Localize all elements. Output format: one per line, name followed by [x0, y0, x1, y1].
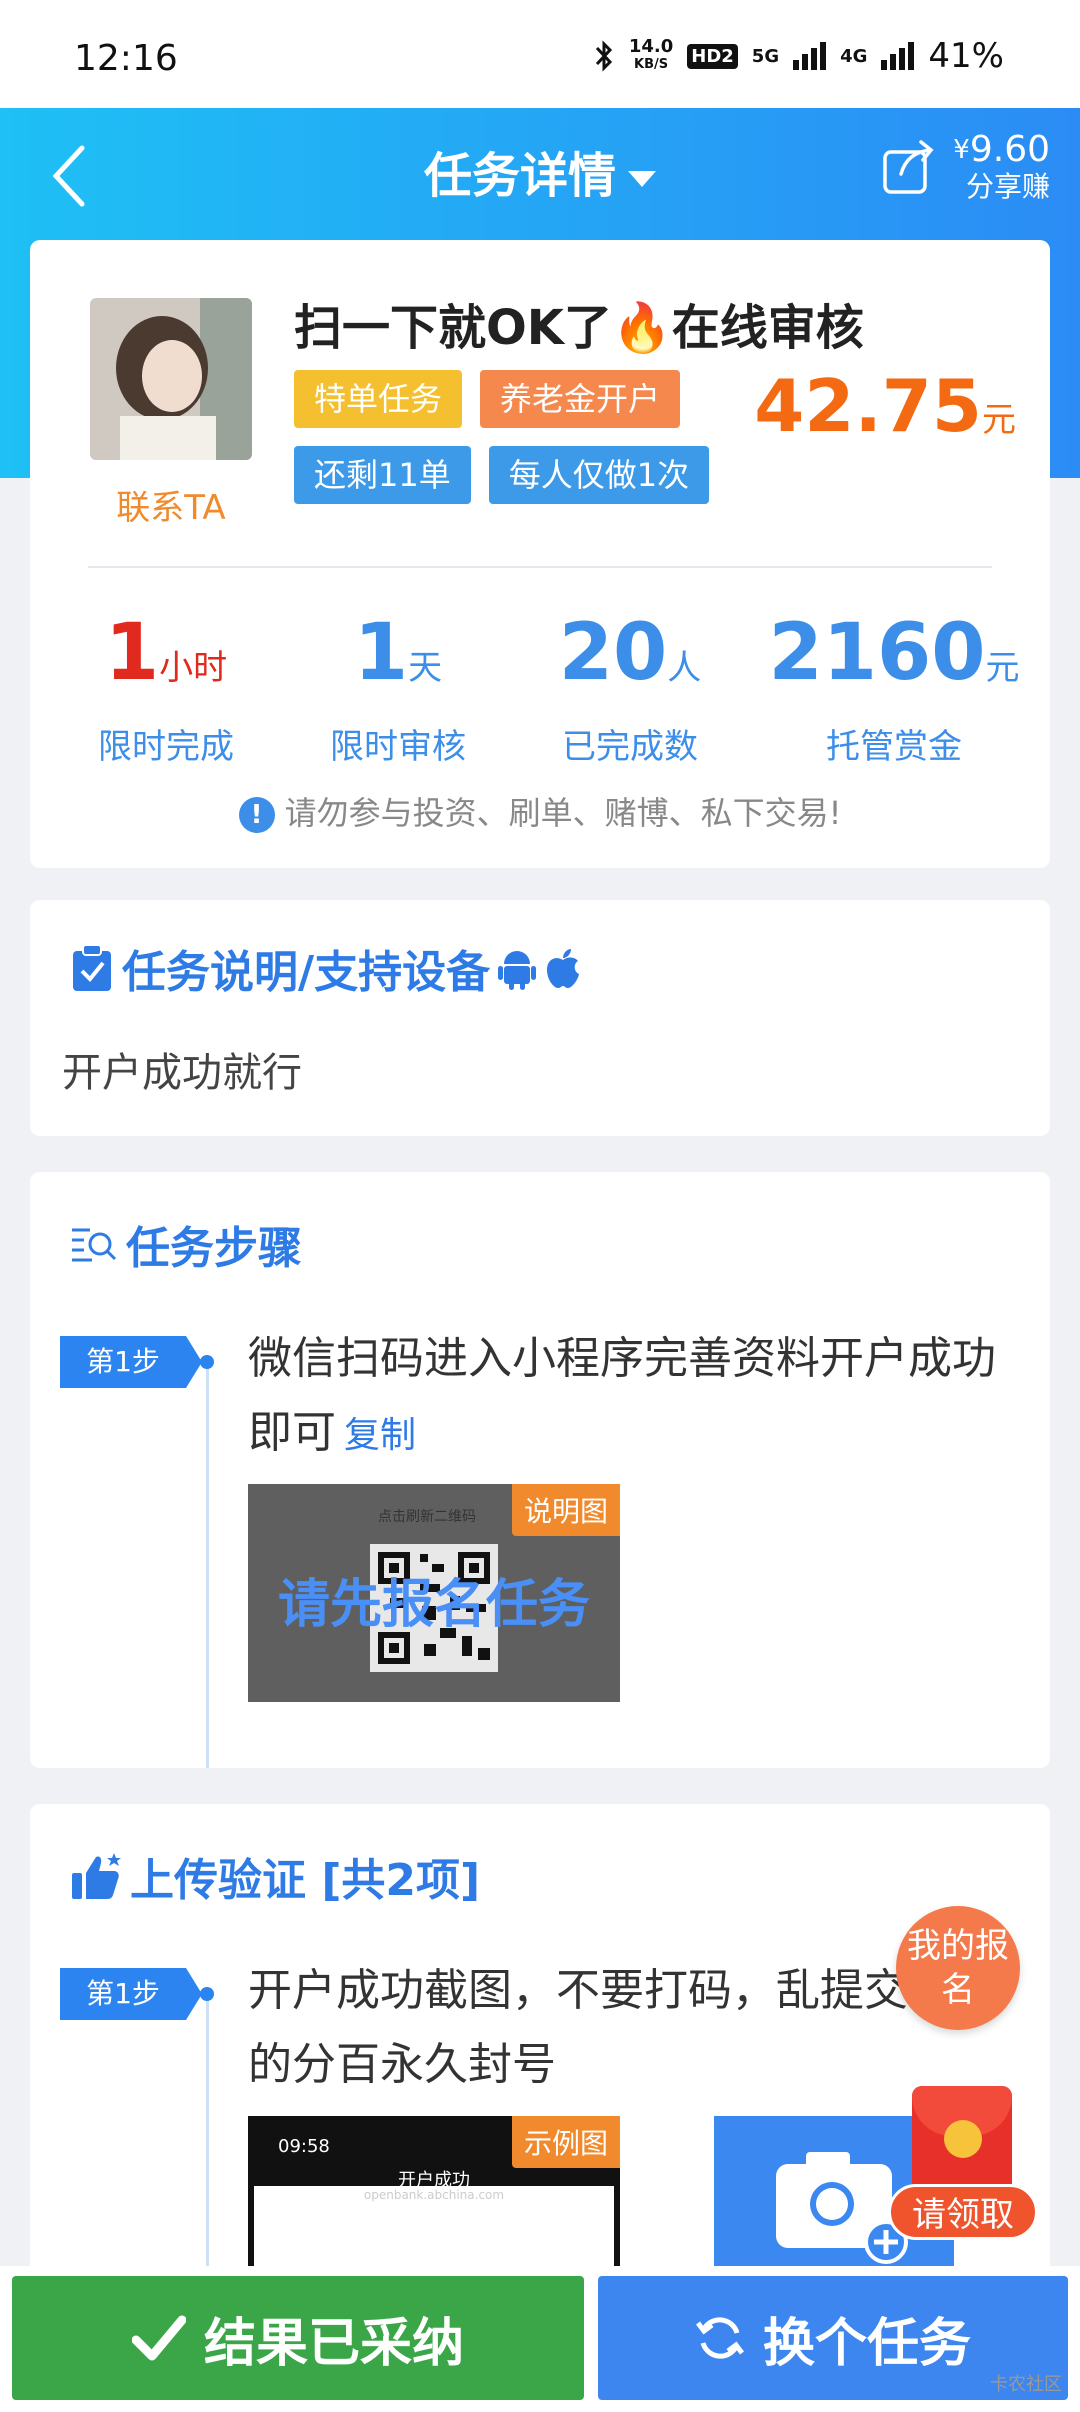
avatar[interactable]	[90, 298, 252, 460]
status-bar: 12:16 14.0 KB/S HD2 5G 4G 41%	[0, 0, 1080, 108]
tag-remaining: 还剩11单	[294, 446, 471, 504]
status-time: 12:16	[74, 38, 178, 79]
refresh-icon	[695, 2317, 744, 2359]
task-stats: 1小时 限时完成 1天 限时审核 20人 已完成数 2160元 托管赏金	[30, 610, 1050, 767]
task-tags: 特单任务 养老金开户 还剩11单 每人仅做1次	[294, 370, 744, 504]
tag-limit: 每人仅做1次	[488, 446, 710, 504]
stat-completed: 20人 已完成数	[558, 608, 702, 767]
my-signup-button[interactable]: 我的报名	[896, 1906, 1020, 2030]
list-search-icon	[72, 1228, 117, 1262]
step-text: 微信扫码进入小程序完善资料开户成功即可 复制	[248, 1333, 996, 1458]
bottom-action-bar: 结果已采纳 换个任务	[0, 2266, 1080, 2412]
steps-title: 任务步骤	[70, 1212, 302, 1276]
timeline-line	[206, 1362, 209, 1768]
net-speed: 14.0 KB/S	[628, 36, 674, 73]
watermark: 卡农社区	[990, 2374, 1062, 2395]
claim-redpacket-button[interactable]: 请领取	[888, 2184, 1038, 2240]
share-label: 分享赚	[965, 170, 1050, 203]
android-icon	[498, 951, 537, 990]
description-card: 任务说明/支持设备 开户成功就行	[30, 900, 1050, 1136]
image-overlay-text: 请先报名任务	[277, 1575, 590, 1635]
stat-bounty: 2160元 托管赏金	[768, 608, 1020, 767]
accepted-button[interactable]: 结果已采纳	[12, 2276, 584, 2400]
instruction-badge: 说明图	[511, 1484, 620, 1536]
step-badge: 第1步	[60, 1968, 212, 2020]
signal-bars-icon	[793, 42, 827, 70]
instruction-image[interactable]: 点击刷新二维码 请先报名任务 说明图	[248, 1484, 620, 1702]
share-icon	[883, 140, 934, 194]
clipboard-check-icon	[73, 944, 111, 991]
tag-category: 养老金开户	[480, 370, 681, 428]
apple-icon	[547, 949, 580, 988]
example-badge: 示例图	[511, 2116, 620, 2168]
example-image[interactable]: 09:58 开户成功 openbank.abchina.com 示例图	[248, 2116, 620, 2276]
status-icons: 14.0 KB/S HD2 5G 4G 41%	[593, 36, 1004, 76]
divider	[88, 566, 992, 568]
step-text: 开户成功截图，不要打码，乱提交的分百永久封号	[248, 1965, 908, 2090]
share-earn-button[interactable]: ¥9.60 分享赚	[881, 130, 1050, 204]
timeline-dot	[200, 1355, 214, 1369]
bluetooth-icon	[595, 40, 612, 72]
thumbs-up-icon	[72, 1853, 121, 1899]
description-title: 任务说明/支持设备	[70, 936, 582, 1000]
share-amount: ¥9.60	[953, 129, 1050, 170]
check-icon	[131, 2315, 186, 2361]
signal-5g-label: 5G	[751, 45, 780, 67]
battery-level: 41%	[928, 36, 1004, 76]
copy-button[interactable]: 复制	[344, 1415, 416, 1456]
stat-review-limit: 1天 限时审核	[330, 608, 466, 767]
signal-4g-label: 4G	[840, 45, 868, 67]
timeline-dot	[200, 1987, 214, 2001]
hd-voice-icon: HD2	[687, 43, 738, 69]
steps-card: 任务步骤 第1步 微信扫码进入小程序完善资料开户成功即可 复制 点击刷新二维码 请…	[30, 1172, 1050, 1768]
tag-special: 特单任务	[294, 370, 463, 428]
upload-title: 上传验证 [共2项]	[70, 1844, 480, 1908]
signal-bars-icon	[881, 42, 915, 70]
task-price: 42.75元	[754, 364, 1016, 448]
step-badge: 第1步	[60, 1336, 212, 1388]
contact-link[interactable]: 联系TA	[90, 480, 252, 529]
caret-down-icon	[628, 171, 656, 187]
info-icon: !	[238, 797, 275, 833]
task-summary-card: 联系TA 扫一下就OK了🔥在线审核 特单任务 养老金开户 还剩11单 每人仅做1…	[30, 240, 1050, 868]
description-text: 开户成功就行	[62, 1050, 302, 1096]
warning-notice: ! 请勿参与投资、刷单、赌博、私下交易!	[30, 788, 1050, 834]
stat-time-limit: 1小时 限时完成	[98, 608, 234, 767]
task-title: 扫一下就OK了🔥在线审核	[294, 300, 864, 356]
